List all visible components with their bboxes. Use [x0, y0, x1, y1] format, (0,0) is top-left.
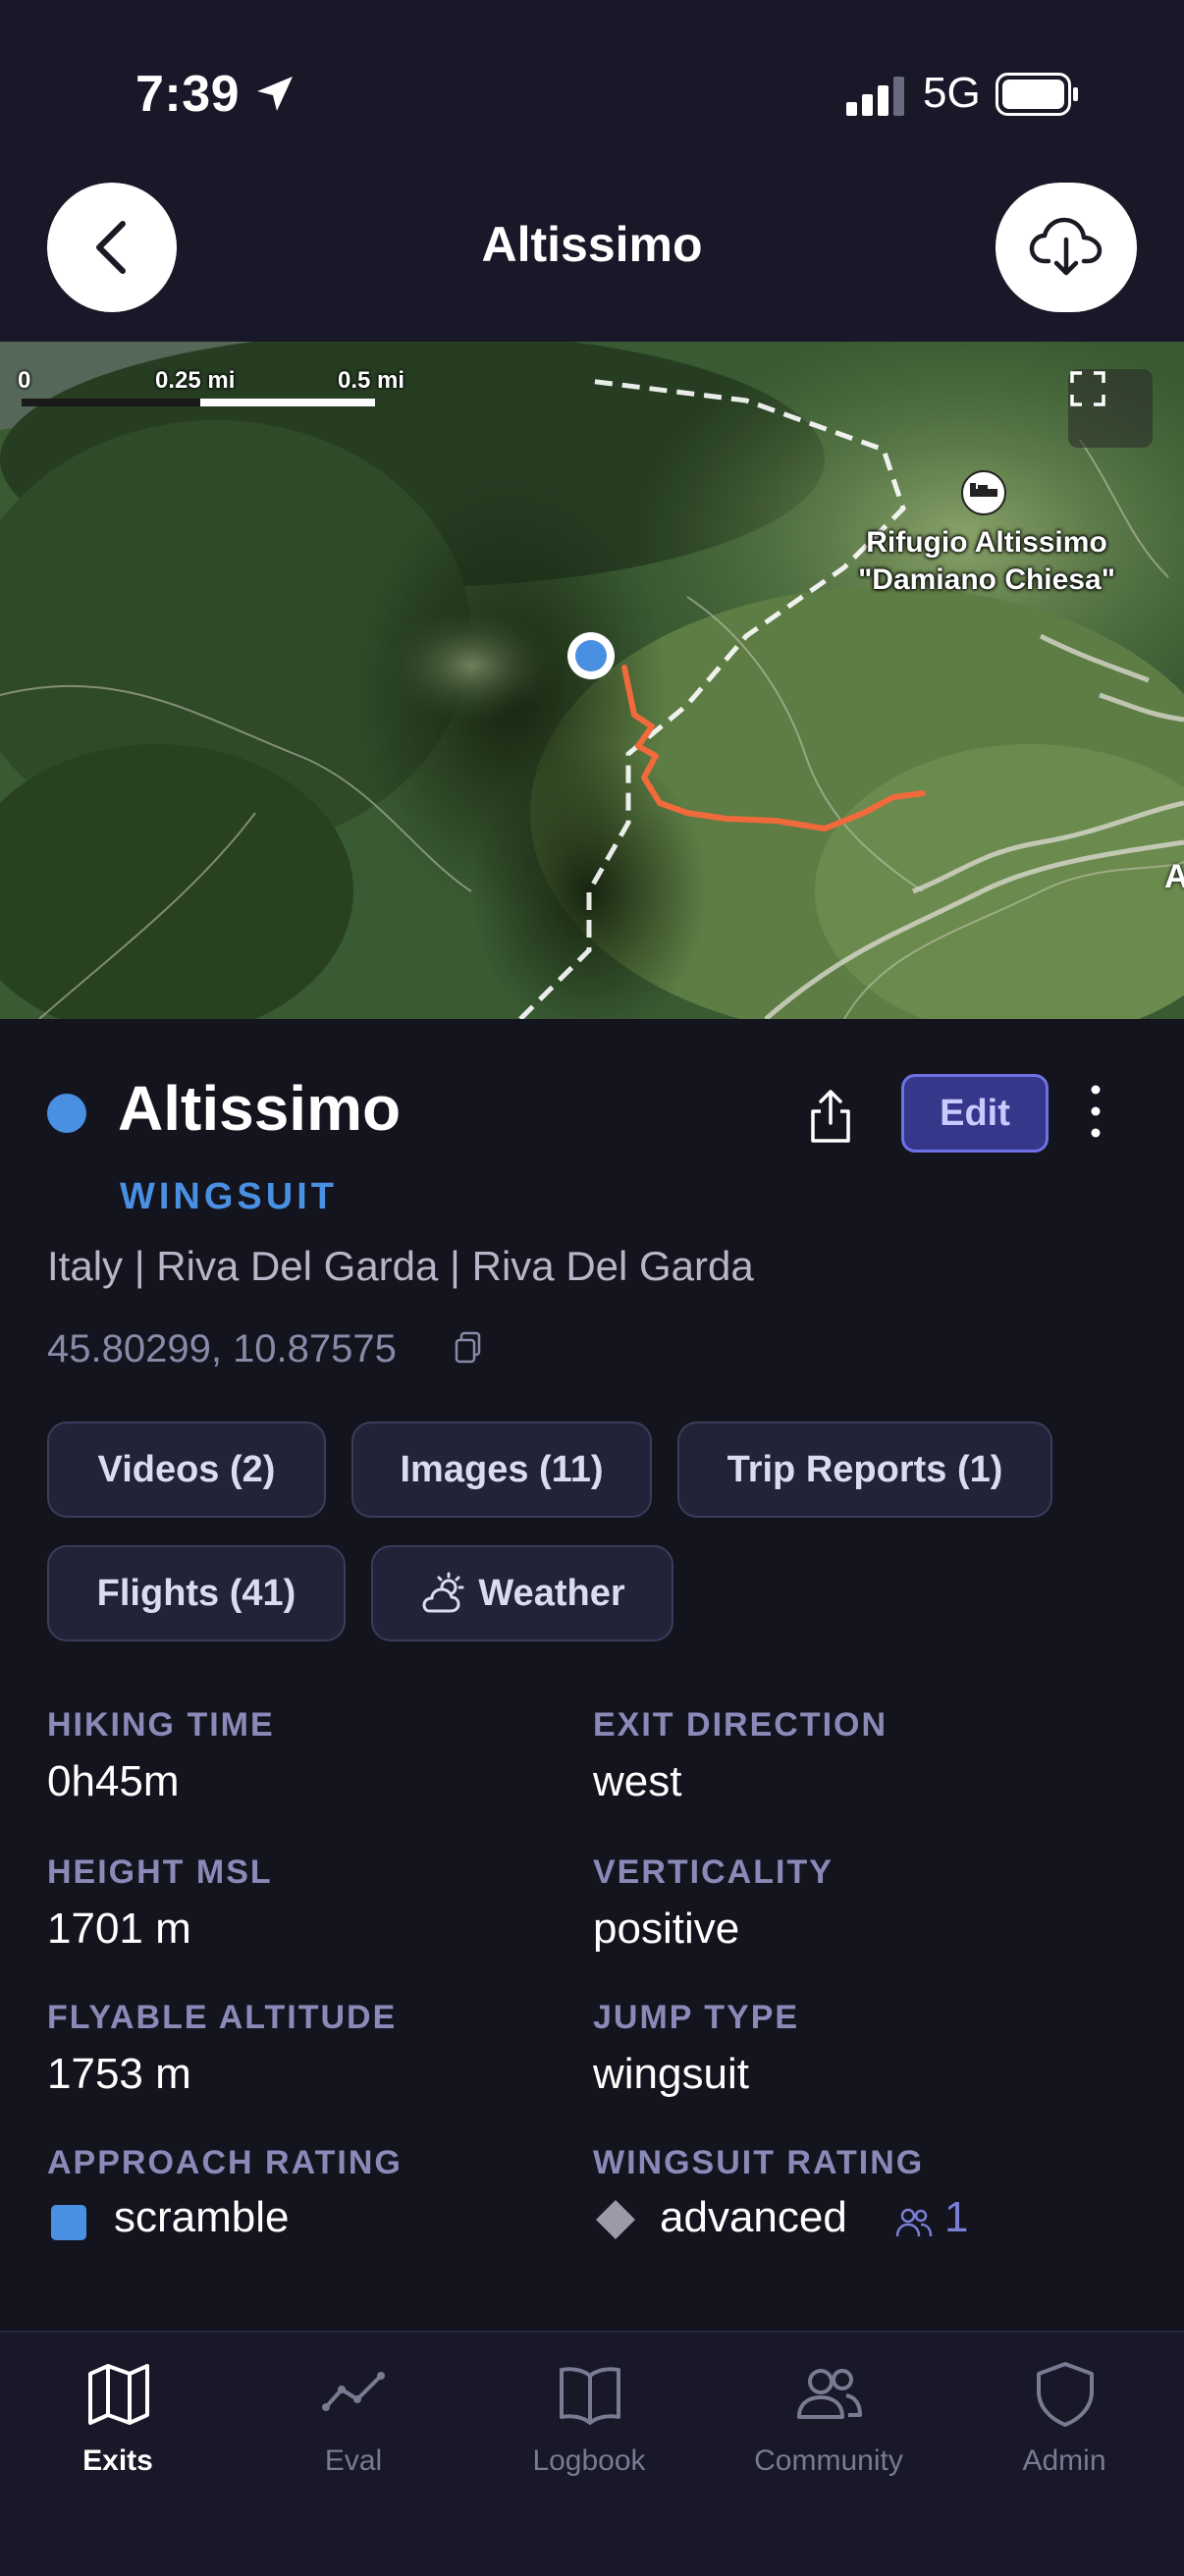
download-button[interactable] [996, 183, 1137, 312]
exit-name: Altissimo [118, 1073, 402, 1144]
hiking-time-value: 0h45m [47, 1757, 180, 1805]
battery-icon [996, 73, 1078, 116]
images-chip[interactable]: Images (11) [351, 1422, 652, 1518]
signal-icon [846, 77, 904, 116]
tab-exits-label: Exits [82, 2444, 153, 2477]
map-terrain [0, 342, 1184, 1019]
height-msl-value: 1701 m [47, 1905, 191, 1953]
exit-location: Italy | Riva Del Garda | Riva Del Garda [47, 1243, 754, 1289]
cloud-download-icon [1029, 217, 1103, 276]
blue-square-icon [51, 2205, 86, 2240]
copy-icon[interactable] [454, 1331, 483, 1365]
more-options-icon[interactable] [1078, 1080, 1113, 1143]
poi-label[interactable]: Rifugio Altissimo "Damiano Chiesa" [854, 524, 1119, 599]
tab-eval[interactable]: Eval [265, 2360, 442, 2488]
wingsuit-rating-value: advanced [660, 2193, 847, 2241]
exit-detail: Altissimo Edit WINGSUIT Italy | Riva Del… [0, 1019, 1184, 2331]
wingsuit-rating-label: WINGSUIT RATING [593, 2144, 925, 2181]
jump-category: WINGSUIT [120, 1176, 338, 1217]
trip-reports-chip[interactable]: Trip Reports (1) [677, 1422, 1052, 1518]
videos-chip-label: Videos (2) [97, 1448, 276, 1490]
verticality-label: VERTICALITY [593, 1853, 834, 1891]
weather-chip-label: Weather [478, 1572, 625, 1614]
approach-rating-value: scramble [114, 2193, 290, 2241]
tab-community-label: Community [754, 2444, 903, 2477]
scale-label-0: 0 [18, 367, 31, 394]
top-nav-bar: Altissimo [0, 147, 1184, 342]
images-chip-label: Images (11) [400, 1448, 604, 1490]
bottom-tab-bar: Exits Eval Logbook Community Admin [0, 2331, 1184, 2576]
tab-logbook-label: Logbook [532, 2444, 646, 2477]
tab-eval-label: Eval [324, 2444, 383, 2477]
exit-direction-value: west [593, 1757, 682, 1805]
scale-label-025: 0.25 mi [155, 367, 236, 394]
tab-admin-label: Admin [1022, 2444, 1106, 2477]
flyable-altitude-label: FLYABLE ALTITUDE [47, 1999, 398, 2036]
edit-button[interactable]: Edit [901, 1074, 1049, 1153]
fullscreen-icon [1070, 371, 1105, 406]
network-type: 5G [923, 69, 981, 117]
weather-chip[interactable]: Weather [371, 1545, 673, 1641]
exit-coordinates[interactable]: 45.80299, 10.87575 [47, 1327, 397, 1371]
tab-logbook[interactable]: Logbook [501, 2360, 677, 2488]
status-time: 7:39 [135, 66, 241, 123]
flyable-altitude-value: 1753 m [47, 2050, 191, 2098]
share-icon[interactable] [801, 1086, 860, 1145]
tab-exits[interactable]: Exits [29, 2360, 206, 2488]
flights-chip[interactable]: Flights (41) [47, 1545, 346, 1641]
hiking-time-label: HIKING TIME [47, 1706, 275, 1744]
jump-type-value: wingsuit [593, 2050, 749, 2098]
jump-type-label: JUMP TYPE [593, 1999, 800, 2036]
trip-reports-chip-label: Trip Reports (1) [727, 1448, 1003, 1490]
flights-chip-label: Flights (41) [96, 1572, 296, 1614]
tab-admin[interactable]: Admin [976, 2360, 1153, 2488]
people-icon [797, 2369, 862, 2419]
exit-direction-label: EXIT DIRECTION [593, 1706, 888, 1744]
map-icon [88, 2364, 149, 2425]
gray-diamond-icon [596, 2200, 635, 2239]
terrain-map[interactable]: 0 0.25 mi 0.5 mi Rifugio Altissimo "Dami… [0, 342, 1184, 1019]
map-edge-label: A [1164, 858, 1184, 895]
wingsuit-rating-count: 1 [944, 2193, 969, 2241]
fullscreen-button[interactable] [1068, 369, 1153, 448]
exit-status-dot [47, 1094, 86, 1133]
verticality-value: positive [593, 1905, 740, 1953]
book-icon [560, 2367, 620, 2425]
people-icon [895, 2208, 933, 2237]
approach-rating-label: APPROACH RATING [47, 2144, 403, 2181]
sun-cloud-icon [422, 1572, 464, 1613]
location-arrow-icon [257, 77, 293, 111]
shield-icon [1037, 2362, 1094, 2427]
tab-community[interactable]: Community [740, 2360, 917, 2488]
scale-label-05: 0.5 mi [338, 367, 405, 394]
height-msl-label: HEIGHT MSL [47, 1853, 273, 1891]
videos-chip[interactable]: Videos (2) [47, 1422, 326, 1518]
chart-line-icon [322, 2372, 385, 2411]
